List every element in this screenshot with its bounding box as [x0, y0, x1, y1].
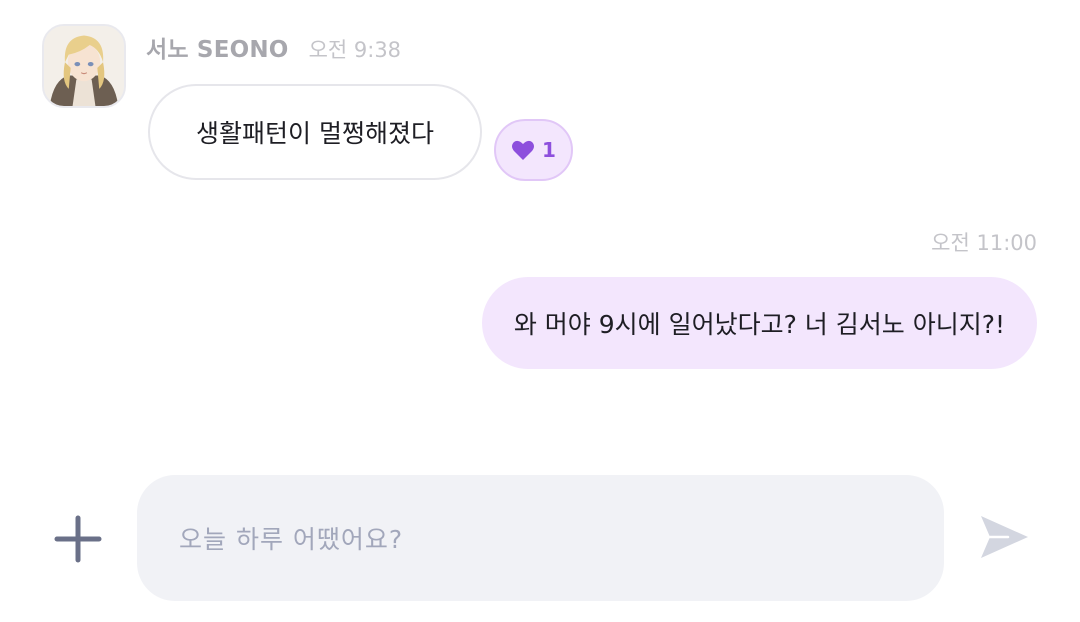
reaction-count: 1	[542, 138, 556, 162]
sender-name: 서노 SEONO	[146, 37, 289, 63]
message-text: 생활패턴이 멀쩡해졌다	[196, 119, 434, 148]
avatar[interactable]	[42, 24, 126, 108]
send-icon[interactable]	[978, 511, 1030, 563]
outgoing-message-bubble[interactable]: 와 머야 9시에 일어났다고? 너 김서노 아니지?!	[481, 277, 1037, 369]
heart-icon	[512, 140, 535, 160]
message-input-container	[137, 475, 944, 601]
plus-icon[interactable]	[54, 515, 102, 563]
character-portrait	[44, 26, 124, 106]
incoming-message-bubble[interactable]: 생활패턴이 멀쩡해졌다	[148, 84, 482, 180]
message-input[interactable]	[179, 515, 899, 563]
message-text: 와 머야 9시에 일어났다고? 너 김서노 아니지?!	[513, 310, 1005, 339]
reaction-badge[interactable]: 1	[494, 119, 573, 181]
message-timestamp: 오전 11:00	[931, 231, 1037, 255]
message-header: 서노 SEONO 오전 9:38	[146, 30, 401, 64]
chat-screen: 서노 SEONO 오전 9:38 생활패턴이 멀쩡해졌다 1 오전 11:00 …	[0, 0, 1080, 622]
message-timestamp: 오전 9:38	[308, 38, 402, 62]
